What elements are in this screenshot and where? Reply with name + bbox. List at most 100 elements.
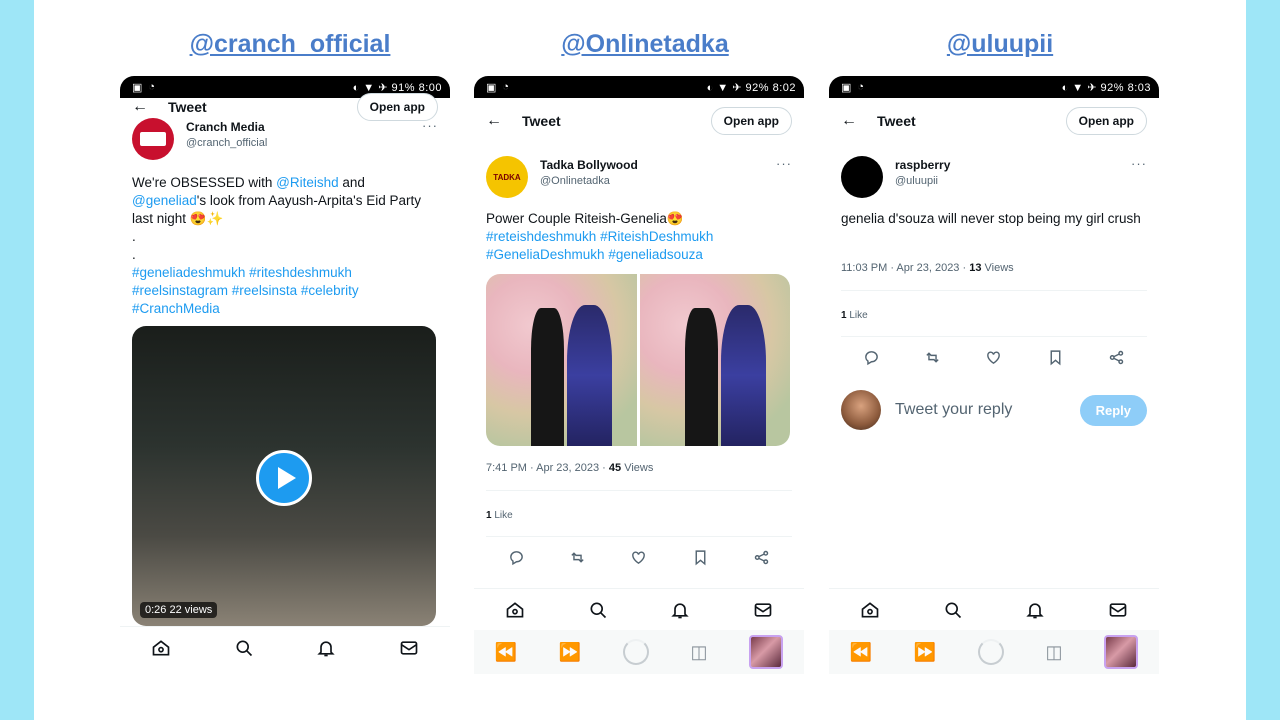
rewind-icon[interactable]: ⏪	[495, 642, 517, 663]
tweet-author[interactable]: Cranch Media @cranch_official ···	[132, 118, 438, 160]
forward-icon[interactable]: ⏩	[559, 642, 581, 663]
tweet-header: ← Tweet Open app	[474, 104, 804, 138]
rewind-icon[interactable]: ⏪	[850, 642, 872, 663]
tabs-icon[interactable]: ◫	[1046, 642, 1063, 663]
search-icon[interactable]	[943, 600, 963, 620]
messages-icon[interactable]	[1108, 600, 1128, 620]
bookmark-icon[interactable]	[692, 549, 709, 566]
clock: 8:02	[772, 81, 796, 94]
bottom-nav	[829, 588, 1159, 630]
username: @Onlinetadka	[540, 175, 610, 187]
play-icon[interactable]	[256, 450, 312, 506]
video-badge: 0:26 22 views	[140, 602, 218, 618]
home-icon[interactable]	[505, 600, 525, 620]
reply-composer: Tweet your reply Reply	[841, 390, 1147, 430]
handle-onlinetadka: @Onlinetadka	[561, 30, 729, 58]
tweet-actions	[841, 342, 1147, 372]
avatar[interactable]	[841, 156, 883, 198]
phone-panel-uluupii: ▣ ◔ ◐ ▼ ✈ 92% 8:03 ← Tweet Open app raspb…	[829, 76, 1159, 686]
arrow-left-icon[interactable]: ←	[132, 98, 168, 116]
loading-icon	[977, 639, 1004, 665]
notifications-icon[interactable]	[670, 600, 690, 620]
views-label: Views	[981, 262, 1014, 274]
timestamp: 11:03 PM · Apr 23, 2023 ·	[841, 262, 970, 274]
likes-label: Like	[846, 310, 868, 321]
avatar[interactable]: TADKA	[486, 156, 528, 198]
image-icon: ▣	[486, 81, 497, 94]
like-icon[interactable]	[985, 349, 1002, 366]
tweet-meta: 7:41 PM · Apr 23, 2023 · 45 Views	[486, 462, 792, 474]
home-icon[interactable]	[860, 600, 880, 620]
video-views: 22 views	[169, 604, 213, 616]
notifications-icon[interactable]	[1025, 600, 1045, 620]
search-icon[interactable]	[234, 638, 254, 658]
thumbnail-avatar[interactable]	[1104, 635, 1139, 669]
right-side-bar	[1246, 0, 1280, 720]
retweet-icon[interactable]	[924, 349, 941, 366]
header-title: Tweet	[522, 113, 561, 129]
arrow-left-icon[interactable]: ←	[486, 112, 522, 130]
hashtag-links[interactable]: #geneliadeshmukh #riteshdeshmukh #reelsi…	[132, 264, 438, 318]
messages-icon[interactable]	[753, 600, 773, 620]
header-title: Tweet	[168, 99, 207, 115]
clock: 8:03	[1127, 81, 1151, 94]
reply-icon[interactable]	[508, 549, 525, 566]
open-app-button[interactable]: Open app	[356, 93, 438, 121]
retweet-icon[interactable]	[569, 549, 586, 566]
open-app-button[interactable]: Open app	[1065, 107, 1147, 135]
browser-bar: ⏪ ⏩ ◫	[474, 630, 804, 674]
divider	[841, 336, 1147, 337]
bottom-nav	[120, 626, 450, 668]
tweet-video[interactable]: 0:26 22 views	[132, 326, 436, 626]
photo-right	[639, 274, 790, 446]
like-icon[interactable]	[630, 549, 647, 566]
ellipsis-icon[interactable]: ···	[776, 156, 792, 171]
avatar[interactable]	[132, 118, 174, 160]
photo-left	[486, 274, 637, 446]
status-bar: ▣ ◔ ◐ ▼ ✈ 92% 8:03	[829, 76, 1159, 98]
views-count: 45	[608, 462, 622, 474]
tabs-icon[interactable]: ◫	[691, 642, 708, 663]
display-name: raspberry	[895, 158, 951, 172]
header-title: Tweet	[877, 113, 916, 129]
open-app-button[interactable]: Open app	[710, 107, 792, 135]
reply-input[interactable]: Tweet your reply	[895, 401, 1080, 419]
video-duration: 0:26	[145, 604, 167, 616]
home-icon[interactable]	[151, 638, 171, 658]
thumbnail-avatar[interactable]	[749, 635, 784, 669]
tweet-author[interactable]: raspberry @uluupii ···	[841, 156, 1147, 198]
left-side-bar	[0, 0, 34, 720]
tweet-photo[interactable]	[486, 274, 790, 446]
browser-bar: ⏪ ⏩ ◫	[829, 630, 1159, 674]
ellipsis-icon[interactable]: ···	[422, 118, 438, 133]
reply-button[interactable]: Reply	[1079, 394, 1147, 426]
tweet-author[interactable]: TADKA Tadka Bollywood @Onlinetadka ···	[486, 156, 792, 198]
search-icon[interactable]	[588, 600, 608, 620]
views-count: 13	[969, 262, 982, 274]
forward-icon[interactable]: ⏩	[914, 642, 936, 663]
display-name: Tadka Bollywood	[540, 158, 638, 172]
image-icon: ▣	[841, 81, 852, 94]
tweet-header: ← Tweet Open app	[829, 104, 1159, 138]
tweet-text: genelia d'souza will never stop being my…	[841, 211, 1141, 226]
arrow-left-icon[interactable]: ←	[841, 112, 877, 130]
tweet-text: Power Couple Riteish-Genelia😍 #reteishde…	[486, 210, 792, 264]
avatar[interactable]	[841, 390, 881, 430]
notifications-icon[interactable]	[316, 638, 336, 658]
reply-icon[interactable]	[863, 349, 880, 366]
mention-link[interactable]: @geneliad	[132, 193, 197, 208]
tweet-actions	[486, 542, 792, 572]
share-icon[interactable]	[1108, 349, 1125, 366]
display-name: Cranch Media	[186, 120, 265, 134]
phone-panel-onlinetadka: ▣ ◔ ◐ ▼ ✈ 92% 8:02 ← Tweet Open app TADKA…	[474, 76, 804, 686]
messages-icon[interactable]	[399, 638, 419, 658]
share-icon[interactable]	[753, 549, 770, 566]
bookmark-icon[interactable]	[1047, 349, 1064, 366]
hashtag-links[interactable]: #reteishdeshmukh #RiteishDeshmukh #Genel…	[486, 228, 792, 264]
likes-line[interactable]: 1 Like	[841, 310, 868, 321]
divider	[486, 536, 792, 537]
ellipsis-icon[interactable]: ···	[1131, 156, 1147, 171]
messenger-icon: ◔	[857, 80, 865, 93]
likes-line[interactable]: 1 Like	[486, 510, 513, 521]
mention-link[interactable]: @Riteishd	[276, 175, 338, 190]
